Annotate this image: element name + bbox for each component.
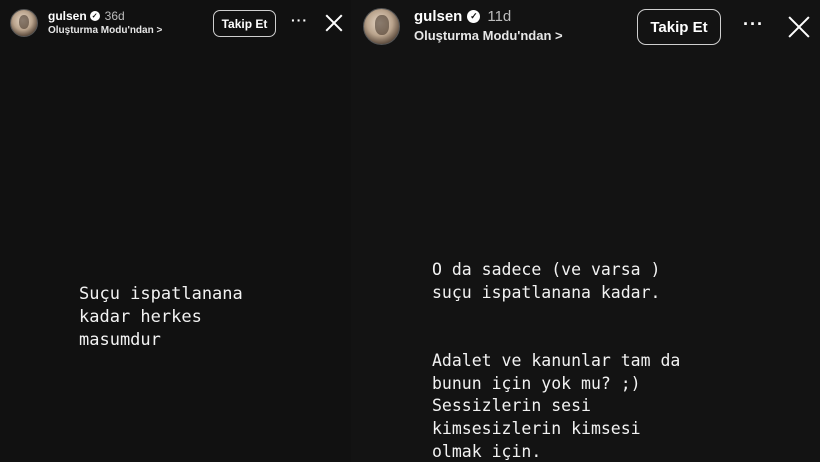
username[interactable]: gulsen xyxy=(414,8,462,25)
verified-badge-icon: ✓ xyxy=(89,11,100,21)
follow-button[interactable]: Takip Et xyxy=(637,9,721,45)
time-ago: 11d xyxy=(487,8,512,25)
story-text: O da sadece (ve varsa ) suçu ispatlanana… xyxy=(432,260,681,461)
name-row: gulsen ✓ 11d xyxy=(414,8,563,25)
follow-button[interactable]: Takip Et xyxy=(213,10,276,37)
avatar[interactable] xyxy=(10,9,38,37)
story-meta: gulsen ✓ 36d Oluşturma Modu'ndan > xyxy=(48,9,162,36)
close-icon[interactable] xyxy=(787,15,811,39)
creation-mode-link[interactable]: Oluşturma Modu'ndan > xyxy=(48,25,162,36)
name-row: gulsen ✓ 36d xyxy=(48,9,162,23)
close-icon[interactable] xyxy=(324,13,344,33)
more-options-icon[interactable]: ··· xyxy=(743,14,764,35)
story-panel-left[interactable]: gulsen ✓ 36d Oluşturma Modu'ndan > Takip… xyxy=(0,0,351,462)
avatar[interactable] xyxy=(363,8,400,45)
creation-mode-link[interactable]: Oluşturma Modu'ndan > xyxy=(414,28,563,43)
time-ago: 36d xyxy=(104,9,125,23)
username[interactable]: gulsen xyxy=(48,9,87,23)
story-text: Suçu ispatlanana kadar herkes masumdur xyxy=(79,284,243,350)
more-options-icon[interactable]: ··· xyxy=(291,12,308,28)
story-panel-right[interactable]: gulsen ✓ 11d Oluşturma Modu'ndan > Takip… xyxy=(351,0,820,462)
verified-badge-icon: ✓ xyxy=(467,10,481,23)
story-meta: gulsen ✓ 11d Oluşturma Modu'ndan > xyxy=(414,8,563,43)
